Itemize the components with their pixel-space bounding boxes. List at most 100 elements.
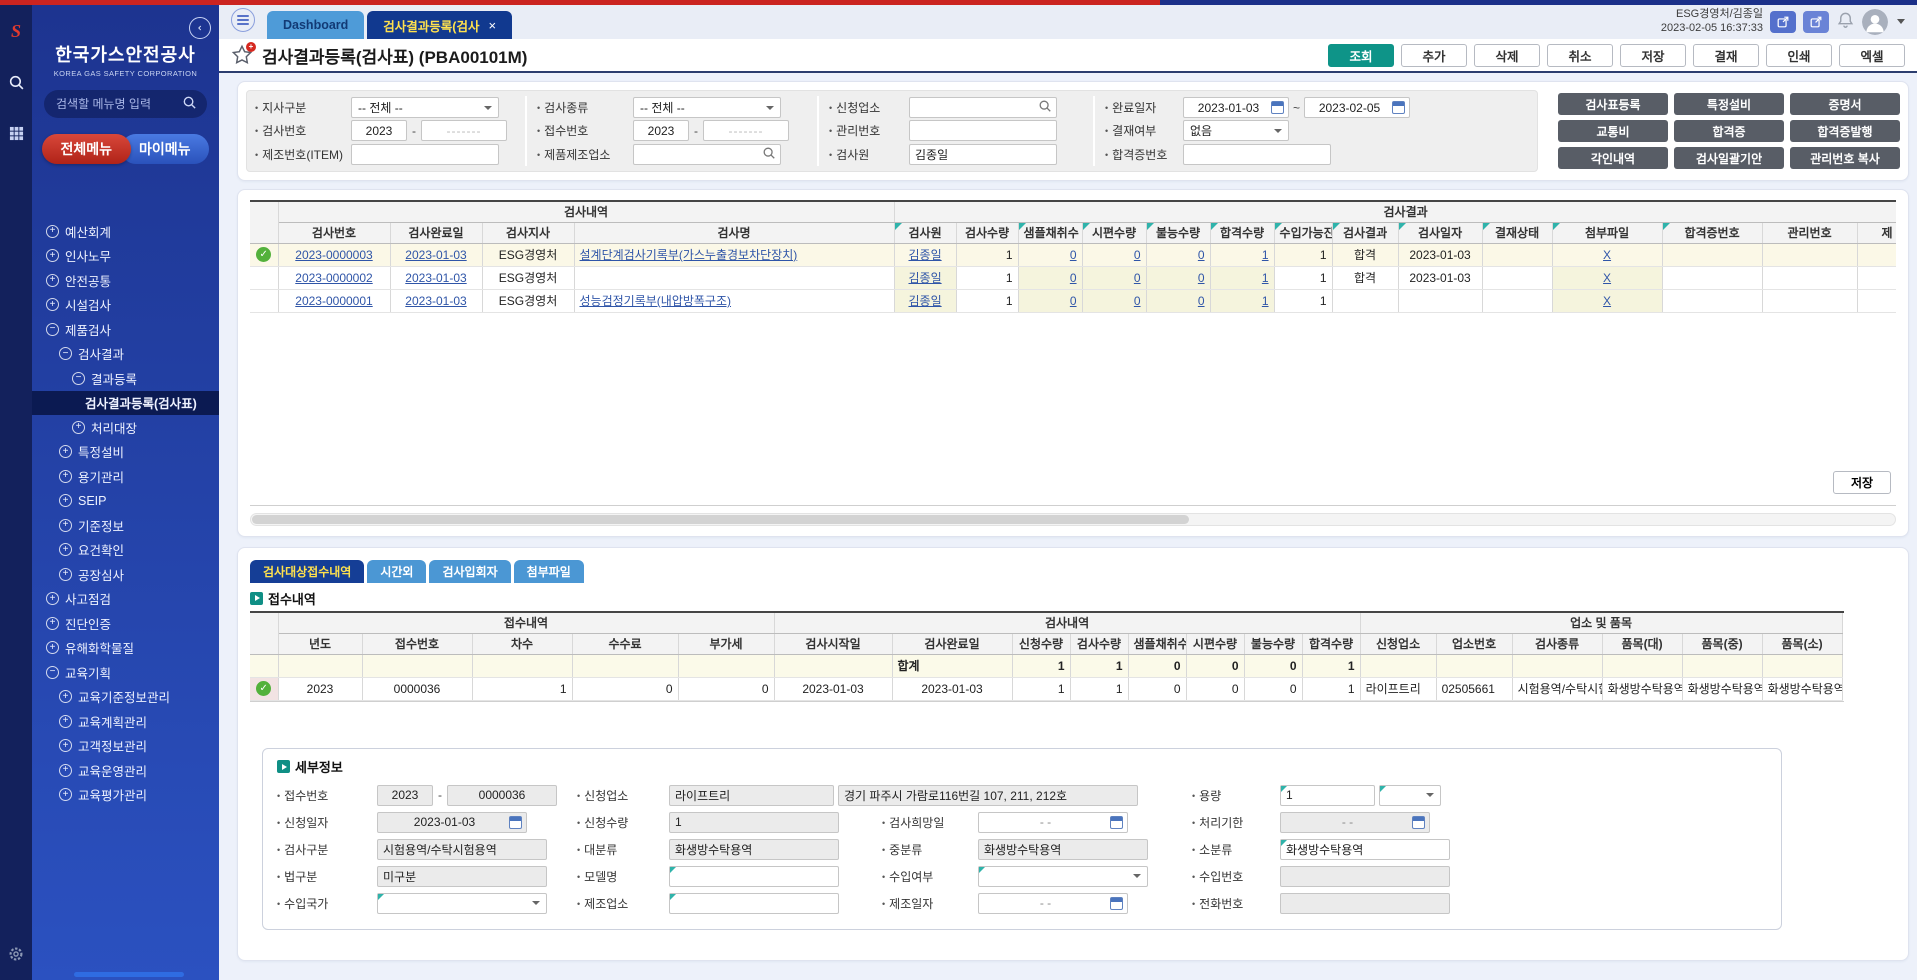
sidebar-menu-item[interactable]: 검사결과등록(검사표)	[32, 391, 219, 416]
delete-button[interactable]: 삭제	[1474, 44, 1540, 67]
plus-icon[interactable]: +	[46, 249, 59, 262]
minus-icon[interactable]: −	[46, 323, 59, 336]
sidebar-menu-item[interactable]: +사고점검	[32, 587, 219, 612]
excel-button[interactable]: 엑셀	[1839, 44, 1905, 67]
receipt-no-year-input[interactable]	[633, 120, 689, 141]
grid-cell-link[interactable]: 2023-0000001	[295, 294, 372, 308]
approval-status-select[interactable]: 없음	[1183, 120, 1289, 141]
sidebar-menu-item[interactable]: +예산회계	[32, 219, 219, 244]
detail-tab[interactable]: 첨부파일	[514, 560, 584, 583]
grid-cell-link[interactable]: 1	[1262, 294, 1269, 308]
complete-date-to[interactable]: 2023-02-05	[1304, 97, 1410, 118]
inspection-no-year-input[interactable]	[351, 120, 407, 141]
top-tab[interactable]: Dashboard	[267, 11, 364, 39]
sidebar-menu-item[interactable]: +고객정보관리	[32, 734, 219, 759]
table-row[interactable]: 2023-00000022023-01-03ESG경영처김종일100011합격2…	[250, 266, 1896, 289]
menu-search-input[interactable]	[54, 96, 176, 112]
detail-tab[interactable]: 검사입회자	[429, 560, 510, 583]
plus-icon[interactable]: +	[46, 225, 59, 238]
manufacturer-input[interactable]	[639, 146, 762, 162]
pass-cert-no-input[interactable]	[1183, 144, 1331, 165]
detail-applicant-address-input[interactable]	[838, 785, 1138, 806]
grid-cell-link[interactable]: X	[1603, 248, 1611, 262]
approve-button[interactable]: 결재	[1693, 44, 1759, 67]
sidebar-menu-item[interactable]: −검사결과	[32, 342, 219, 367]
top-tab[interactable]: 검사결과등록(검사×	[367, 11, 512, 39]
grid-cell-link[interactable]: 0	[1070, 294, 1077, 308]
grid-cell-link[interactable]: 1	[1262, 248, 1269, 262]
management-no-input[interactable]	[909, 120, 1057, 141]
sidebar-menu-item[interactable]: +교육운영관리	[32, 758, 219, 783]
sidebar-menu-item[interactable]: +요건확인	[32, 538, 219, 563]
hope-date-field[interactable]: - -	[978, 812, 1128, 833]
popout-window-button[interactable]	[1770, 11, 1796, 33]
avatar[interactable]	[1862, 9, 1888, 35]
grid-cell-link[interactable]: 0	[1198, 271, 1205, 285]
all-menu-button[interactable]: 전체메뉴	[42, 134, 131, 164]
category-large-input[interactable]	[669, 839, 839, 860]
inspection-type-select[interactable]: -- 전체 --	[633, 97, 781, 118]
pass-cert-button[interactable]: 합격증	[1674, 120, 1784, 142]
grid-cell-link[interactable]: 설계단계검사기록부(가스누출경보차단장치)	[580, 248, 798, 262]
sidebar-menu-item[interactable]: +교육계획관리	[32, 709, 219, 734]
tab-close-icon[interactable]: ×	[488, 18, 496, 33]
import-no-input[interactable]	[1280, 866, 1450, 887]
make-date-field[interactable]: - -	[978, 893, 1128, 914]
table-row[interactable]: ✓2023-00000032023-01-03ESG경영처설계단계검사기록부(가…	[250, 243, 1896, 266]
search-button[interactable]: 조회	[1328, 44, 1394, 67]
grid-cell-link[interactable]: 김종일	[908, 294, 941, 308]
inspector-input[interactable]	[909, 144, 1057, 165]
grid-cell-link[interactable]: 김종일	[908, 248, 941, 262]
sidebar-menu-item[interactable]: −제품검사	[32, 317, 219, 342]
sidebar-menu-item[interactable]: +진단인증	[32, 611, 219, 636]
grid-cell-link[interactable]: 0	[1198, 248, 1205, 262]
inspect-class-input[interactable]	[377, 839, 547, 860]
detail-tab[interactable]: 시간외	[367, 560, 426, 583]
inspection-no-serial-input[interactable]	[421, 120, 507, 141]
plus-icon[interactable]: +	[59, 568, 72, 581]
apply-date-field[interactable]: 2023-01-03	[377, 812, 527, 833]
plus-icon[interactable]: +	[46, 592, 59, 605]
grid-cell-link[interactable]: 0	[1134, 294, 1141, 308]
law-class-input[interactable]	[377, 866, 547, 887]
calendar-icon[interactable]	[1271, 101, 1284, 114]
detail-receipt-serial-input[interactable]	[447, 785, 557, 806]
print-button[interactable]: 인쇄	[1766, 44, 1832, 67]
grid-cell-link[interactable]: 0	[1134, 271, 1141, 285]
phone-input[interactable]	[1280, 893, 1450, 914]
grid-cell-link[interactable]: 1	[1262, 271, 1269, 285]
detail-applicant-name-input[interactable]	[669, 785, 834, 806]
my-menu-button[interactable]: 마이메뉴	[121, 134, 210, 164]
sidebar-menu-item[interactable]: +교육기준정보관리	[32, 685, 219, 710]
detail-tab[interactable]: 검사대상접수내역	[250, 560, 364, 583]
model-name-input[interactable]	[669, 866, 839, 887]
sidebar-menu-item[interactable]: +기준정보	[32, 513, 219, 538]
scrollbar-thumb[interactable]	[252, 515, 1189, 524]
calendar-icon[interactable]	[1110, 816, 1123, 829]
table-row[interactable]: 2023-00000012023-01-03ESG경영처성능검정기록부(내압방폭…	[250, 289, 1896, 312]
sidebar-menu-item[interactable]: +안전공통	[32, 268, 219, 293]
favorite-star-icon[interactable]: +	[231, 44, 253, 66]
plus-icon[interactable]: +	[59, 739, 72, 752]
sidebar-menu-item[interactable]: −교육기획	[32, 660, 219, 685]
sidebar-menu-item[interactable]: +인사노무	[32, 244, 219, 269]
grid-cell-link[interactable]: 김종일	[908, 271, 941, 285]
category-mid-input[interactable]	[978, 839, 1148, 860]
detail-save-button[interactable]: 저장	[1833, 471, 1891, 494]
engrave-history-button[interactable]: 각인내역	[1558, 147, 1668, 169]
detail-receipt-year-input[interactable]	[377, 785, 433, 806]
plus-icon[interactable]: +	[59, 494, 72, 507]
grid-cell-link[interactable]: 0	[1070, 248, 1077, 262]
sidebar-collapse-button[interactable]	[189, 17, 211, 39]
bell-icon[interactable]	[1836, 11, 1855, 33]
plus-icon[interactable]: +	[46, 274, 59, 287]
search-icon[interactable]	[762, 146, 776, 163]
grid-cell-link[interactable]: 0	[1198, 294, 1205, 308]
cancel-button[interactable]: 취소	[1547, 44, 1613, 67]
search-icon[interactable]	[182, 95, 197, 113]
sidebar-menu-item[interactable]: +공장심사	[32, 562, 219, 587]
sidebar-menu-item[interactable]: +처리대장	[32, 415, 219, 440]
grid-cell-link[interactable]: 2023-0000002	[295, 271, 372, 285]
sidebar-horizontal-scrollbar[interactable]	[74, 972, 184, 977]
grid-cell-link[interactable]: X	[1603, 271, 1611, 285]
